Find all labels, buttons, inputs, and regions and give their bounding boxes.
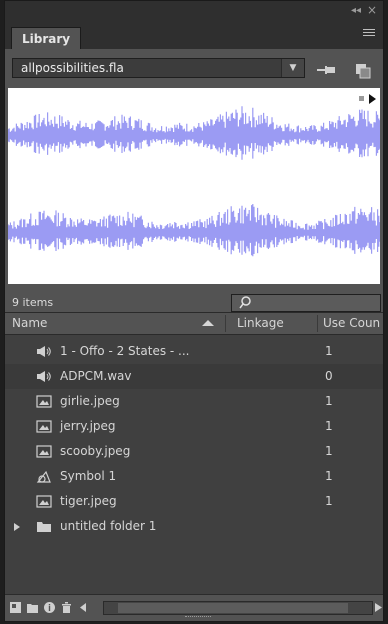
list-item[interactable]: untitled folder 1 bbox=[5, 514, 383, 539]
new-folder-icon[interactable] bbox=[27, 602, 38, 613]
waveform bbox=[8, 106, 380, 257]
library-toolbar bbox=[5, 594, 383, 621]
sound-icon bbox=[37, 371, 51, 382]
item-count: 9 items bbox=[12, 296, 54, 309]
item-name: jerry.jpeg bbox=[60, 419, 116, 433]
column-header: Name Linkage Use Coun bbox=[5, 313, 383, 335]
expand-arrow-icon[interactable] bbox=[14, 523, 20, 531]
resize-grip[interactable] bbox=[185, 616, 211, 619]
bitmap-icon bbox=[36, 395, 52, 408]
chevron-down-icon[interactable]: ▼ bbox=[281, 59, 304, 77]
list-item[interactable]: 1 - Offo - 2 States - ... 1 bbox=[5, 339, 383, 364]
list-item[interactable]: ADPCM.wav 0 bbox=[5, 364, 383, 389]
document-row: allpossibilities.fla ▼ bbox=[5, 49, 383, 83]
panel-menu-icon[interactable] bbox=[363, 29, 375, 39]
scroll-right-icon[interactable] bbox=[374, 602, 383, 613]
scrollbar-thumb[interactable] bbox=[118, 603, 348, 613]
search-icon bbox=[239, 296, 251, 309]
panel-title-strip: ◂◂ × bbox=[5, 1, 383, 21]
horizontal-scrollbar[interactable] bbox=[103, 601, 373, 615]
item-use-count: 1 bbox=[325, 494, 333, 508]
folder-icon bbox=[37, 522, 51, 532]
sort-ascending-icon bbox=[202, 320, 214, 326]
scroll-left-icon[interactable] bbox=[78, 602, 89, 613]
library-item-list: 1 - Offo - 2 States - ... 1 ADPCM.wav 0 … bbox=[5, 335, 383, 595]
item-use-count: 1 bbox=[325, 469, 333, 483]
column-linkage[interactable]: Linkage bbox=[237, 316, 284, 330]
library-count-row: 9 items bbox=[5, 288, 383, 313]
document-select-value: allpossibilities.fla bbox=[21, 61, 124, 75]
tab-library[interactable]: Library bbox=[11, 27, 82, 49]
properties-icon[interactable] bbox=[44, 602, 55, 613]
item-use-count: 1 bbox=[325, 444, 333, 458]
new-library-panel-icon[interactable] bbox=[354, 62, 372, 80]
list-item[interactable]: scooby.jpeg 1 bbox=[5, 439, 383, 464]
item-name: ADPCM.wav bbox=[60, 369, 132, 383]
item-name: untitled folder 1 bbox=[60, 519, 157, 533]
sound-icon bbox=[37, 346, 51, 357]
item-use-count: 1 bbox=[325, 419, 333, 433]
item-use-count: 1 bbox=[325, 344, 333, 358]
item-use-count: 1 bbox=[325, 394, 333, 408]
library-panel: ◂◂ × Library allpossibilities.fla ▼ 9 it… bbox=[4, 0, 384, 622]
collapse-button[interactable]: ◂◂ bbox=[351, 5, 361, 16]
item-name: girlie.jpeg bbox=[60, 394, 120, 408]
trash-icon[interactable] bbox=[61, 602, 72, 613]
list-item[interactable]: girlie.jpeg 1 bbox=[5, 389, 383, 414]
column-name[interactable]: Name bbox=[12, 316, 47, 330]
list-item[interactable]: jerry.jpeg 1 bbox=[5, 414, 383, 439]
bitmap-icon bbox=[36, 495, 52, 508]
list-item[interactable]: tiger.jpeg 1 bbox=[5, 489, 383, 514]
sound-preview bbox=[8, 88, 380, 284]
item-name: Symbol 1 bbox=[60, 469, 117, 483]
bitmap-icon bbox=[36, 420, 52, 433]
item-use-count: 0 bbox=[325, 369, 333, 383]
pin-library-icon[interactable] bbox=[317, 65, 337, 75]
item-name: tiger.jpeg bbox=[60, 494, 117, 508]
bitmap-icon bbox=[36, 445, 52, 458]
column-use-count[interactable]: Use Coun bbox=[323, 316, 380, 330]
document-select[interactable]: allpossibilities.fla ▼ bbox=[12, 58, 305, 78]
list-item[interactable]: Symbol 1 1 bbox=[5, 464, 383, 489]
item-name: scooby.jpeg bbox=[60, 444, 131, 458]
search-input[interactable] bbox=[231, 294, 381, 312]
graphic-symbol-icon bbox=[36, 470, 51, 483]
tab-bar: Library bbox=[5, 21, 383, 50]
new-symbol-icon[interactable] bbox=[10, 602, 21, 613]
item-name: 1 - Offo - 2 States - ... bbox=[60, 344, 190, 358]
close-button[interactable]: × bbox=[367, 3, 377, 17]
